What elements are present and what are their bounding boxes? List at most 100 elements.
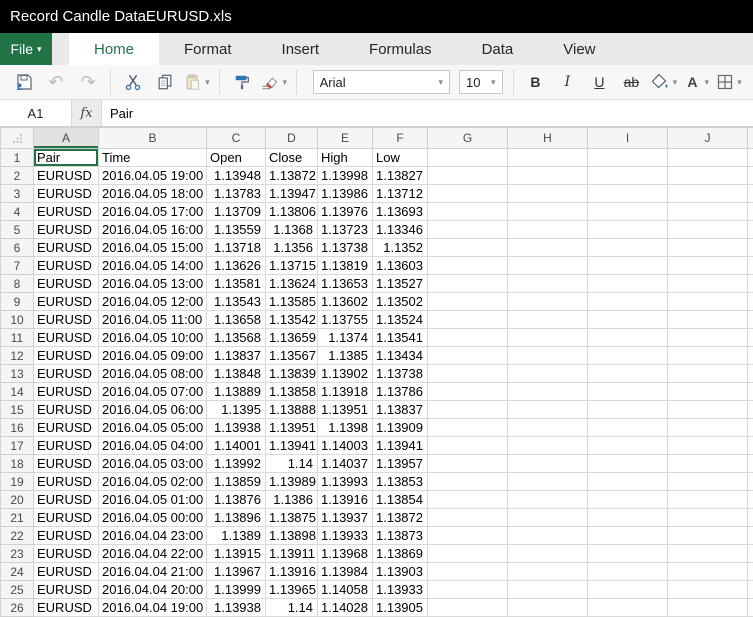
cell-G23[interactable]	[428, 545, 508, 563]
cell-I24[interactable]	[588, 563, 668, 581]
select-all-corner[interactable]	[1, 128, 34, 149]
cell-J11[interactable]	[668, 329, 748, 347]
cell-H17[interactable]	[508, 437, 588, 455]
cell-H19[interactable]	[508, 473, 588, 491]
cell-B1[interactable]: Time	[99, 149, 207, 167]
tab-view[interactable]: View	[538, 33, 620, 65]
row-header-24[interactable]: 24	[1, 563, 34, 581]
cell-E6[interactable]: 1.13738	[318, 239, 373, 257]
cell-J17[interactable]	[668, 437, 748, 455]
strikethrough-button[interactable]: ab	[619, 69, 643, 95]
cell-E8[interactable]: 1.13653	[318, 275, 373, 293]
cell-C20[interactable]: 1.13876	[207, 491, 266, 509]
cell-I14[interactable]	[588, 383, 668, 401]
cell-I26[interactable]	[588, 599, 668, 617]
cell-F4[interactable]: 1.13693	[373, 203, 428, 221]
redo-button[interactable]: ↷	[76, 69, 100, 95]
cell-D4[interactable]: 1.13806	[266, 203, 318, 221]
cell-C18[interactable]: 1.13992	[207, 455, 266, 473]
cell-J10[interactable]	[668, 311, 748, 329]
cell-H20[interactable]	[508, 491, 588, 509]
cell-H15[interactable]	[508, 401, 588, 419]
cell-D14[interactable]: 1.13858	[266, 383, 318, 401]
cell-G17[interactable]	[428, 437, 508, 455]
cell-E1[interactable]: High	[318, 149, 373, 167]
cell-F13[interactable]: 1.13738	[373, 365, 428, 383]
cell-F10[interactable]: 1.13524	[373, 311, 428, 329]
cell-E26[interactable]: 1.14028	[318, 599, 373, 617]
row-header-19[interactable]: 19	[1, 473, 34, 491]
cell-H4[interactable]	[508, 203, 588, 221]
fill-color-button[interactable]: ▾	[651, 69, 675, 95]
cell-H9[interactable]	[508, 293, 588, 311]
save-button[interactable]	[12, 69, 36, 95]
cell-J8[interactable]	[668, 275, 748, 293]
cell-I12[interactable]	[588, 347, 668, 365]
cell-B13[interactable]: 2016.04.05 08:00	[99, 365, 207, 383]
cell-H18[interactable]	[508, 455, 588, 473]
cell-C19[interactable]: 1.13859	[207, 473, 266, 491]
cell-E19[interactable]: 1.13993	[318, 473, 373, 491]
tab-data[interactable]: Data	[457, 33, 539, 65]
cell-I5[interactable]	[588, 221, 668, 239]
cell-F25[interactable]: 1.13933	[373, 581, 428, 599]
cell-I7[interactable]	[588, 257, 668, 275]
row-header-21[interactable]: 21	[1, 509, 34, 527]
cell-H23[interactable]	[508, 545, 588, 563]
cell-C15[interactable]: 1.1395	[207, 401, 266, 419]
cell-E12[interactable]: 1.1385	[318, 347, 373, 365]
cell-B3[interactable]: 2016.04.05 18:00	[99, 185, 207, 203]
cell-B18[interactable]: 2016.04.05 03:00	[99, 455, 207, 473]
cell-J20[interactable]	[668, 491, 748, 509]
cell-F16[interactable]: 1.13909	[373, 419, 428, 437]
cell-C13[interactable]: 1.13848	[207, 365, 266, 383]
cell-A16[interactable]: EURUSD	[34, 419, 99, 437]
cell-A20[interactable]: EURUSD	[34, 491, 99, 509]
cell-F11[interactable]: 1.13541	[373, 329, 428, 347]
cell-F7[interactable]: 1.13603	[373, 257, 428, 275]
cell-C7[interactable]: 1.13626	[207, 257, 266, 275]
cell-A11[interactable]: EURUSD	[34, 329, 99, 347]
row-header-5[interactable]: 5	[1, 221, 34, 239]
font-family-select[interactable]: Arial ▾	[313, 70, 450, 94]
cell-F8[interactable]: 1.13527	[373, 275, 428, 293]
cell-A7[interactable]: EURUSD	[34, 257, 99, 275]
cell-C22[interactable]: 1.1389	[207, 527, 266, 545]
cell-E20[interactable]: 1.13916	[318, 491, 373, 509]
cell-G19[interactable]	[428, 473, 508, 491]
cell-C21[interactable]: 1.13896	[207, 509, 266, 527]
cell-D1[interactable]: Close	[266, 149, 318, 167]
cell-D11[interactable]: 1.13659	[266, 329, 318, 347]
bold-button[interactable]: B	[523, 69, 547, 95]
cell-H3[interactable]	[508, 185, 588, 203]
cell-J24[interactable]	[668, 563, 748, 581]
cell-H16[interactable]	[508, 419, 588, 437]
cell-C3[interactable]: 1.13783	[207, 185, 266, 203]
cell-G8[interactable]	[428, 275, 508, 293]
col-header-J[interactable]: J	[668, 128, 748, 149]
cell-J15[interactable]	[668, 401, 748, 419]
row-header-13[interactable]: 13	[1, 365, 34, 383]
cell-I13[interactable]	[588, 365, 668, 383]
cell-I20[interactable]	[588, 491, 668, 509]
cell-G21[interactable]	[428, 509, 508, 527]
col-header-C[interactable]: C	[207, 128, 266, 149]
cell-B7[interactable]: 2016.04.05 14:00	[99, 257, 207, 275]
cell-E5[interactable]: 1.13723	[318, 221, 373, 239]
formula-input[interactable]: Pair	[102, 100, 753, 126]
cell-F17[interactable]: 1.13941	[373, 437, 428, 455]
cell-J6[interactable]	[668, 239, 748, 257]
cell-C12[interactable]: 1.13837	[207, 347, 266, 365]
cell-B8[interactable]: 2016.04.05 13:00	[99, 275, 207, 293]
cell-I16[interactable]	[588, 419, 668, 437]
cell-A21[interactable]: EURUSD	[34, 509, 99, 527]
cell-A2[interactable]: EURUSD	[34, 167, 99, 185]
cell-B4[interactable]: 2016.04.05 17:00	[99, 203, 207, 221]
cell-E24[interactable]: 1.13984	[318, 563, 373, 581]
cell-I6[interactable]	[588, 239, 668, 257]
cell-C24[interactable]: 1.13967	[207, 563, 266, 581]
col-header-H[interactable]: H	[508, 128, 588, 149]
cell-A26[interactable]: EURUSD	[34, 599, 99, 617]
cell-H2[interactable]	[508, 167, 588, 185]
format-painter-button[interactable]	[230, 69, 254, 95]
